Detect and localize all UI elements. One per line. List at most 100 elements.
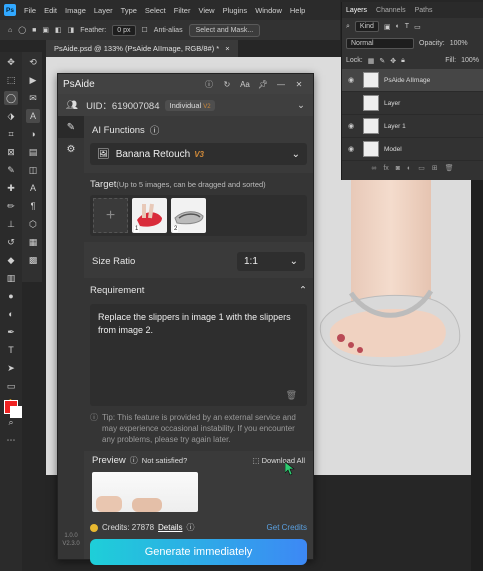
new-layer-icon[interactable]: ⊞ xyxy=(432,164,438,172)
path-select-tool-icon[interactable]: ➤ xyxy=(4,361,18,375)
opacity-value[interactable]: 100% xyxy=(450,40,468,47)
eye-icon[interactable]: ◉ xyxy=(348,145,358,153)
add-image-button[interactable]: + xyxy=(93,198,128,233)
adjustment-layer-icon[interactable]: ◐ xyxy=(407,165,411,172)
gradient-tool-icon[interactable]: ▥ xyxy=(4,271,18,285)
history-brush-tool-icon[interactable]: ↺ xyxy=(4,235,18,249)
type-tool-icon[interactable]: T xyxy=(4,343,18,357)
help-circle-icon[interactable]: ⓘ xyxy=(130,455,138,466)
requirement-header[interactable]: Requirement ⌃ xyxy=(90,282,307,298)
document-close-icon[interactable]: × xyxy=(225,44,229,53)
lock-all-icon[interactable]: 🔒︎ xyxy=(401,57,405,65)
adjustments-panel-icon[interactable]: ◑ xyxy=(26,127,40,141)
menu-image[interactable]: Image xyxy=(65,6,86,15)
info-icon[interactable]: ⓘ xyxy=(200,79,218,90)
size-ratio-select[interactable]: 1:1 ⌄ xyxy=(237,251,305,271)
target-image-1[interactable]: 1 xyxy=(132,198,167,233)
tab-channels[interactable]: Channels xyxy=(376,7,406,14)
ai-function-select[interactable]: 🖼︎ Banana Retouch V3 ⌄ xyxy=(90,143,307,165)
eye-icon[interactable]: ◉ xyxy=(348,76,358,84)
layer-style-icon[interactable]: fx xyxy=(383,165,388,172)
not-satisfied-link[interactable]: Not satisfied? xyxy=(142,456,187,465)
add-mask-icon[interactable]: ◙ xyxy=(396,165,400,172)
minimize-icon[interactable]: — xyxy=(272,80,290,89)
account-row[interactable]: 👥︎ UID：619007084 Individual V2 ⌄ xyxy=(58,94,313,116)
lock-pixels-icon[interactable]: ▦ xyxy=(368,57,375,65)
rectangle-tool-icon[interactable]: ▭ xyxy=(4,379,18,393)
filter-shape-icon[interactable]: ▭ xyxy=(414,23,421,31)
link-layers-icon[interactable]: ∞ xyxy=(371,165,376,172)
clone-stamp-tool-icon[interactable]: ⊥ xyxy=(4,217,18,231)
filter-pixel-icon[interactable]: ▣ xyxy=(384,23,391,31)
layer-filter-select[interactable]: Kind xyxy=(354,21,379,32)
menu-type[interactable]: Type xyxy=(121,6,137,15)
actions-panel-icon[interactable]: ▶ xyxy=(26,73,40,87)
trash-icon[interactable]: 🗑︎ xyxy=(286,390,297,401)
filter-adjust-icon[interactable]: ◐ xyxy=(396,23,400,30)
feather-input[interactable]: 0 px xyxy=(112,24,136,36)
selection-mode-new-icon[interactable]: ■ xyxy=(32,27,36,34)
refresh-icon[interactable]: ↻ xyxy=(218,80,236,89)
character-panel-icon[interactable]: A xyxy=(26,181,40,195)
menu-filter[interactable]: Filter xyxy=(174,6,191,15)
healing-brush-tool-icon[interactable]: ✚ xyxy=(4,181,18,195)
home-icon[interactable]: ⌂ xyxy=(8,27,12,34)
eye-icon[interactable]: ◉ xyxy=(348,122,358,130)
delete-layer-icon[interactable]: 🗑︎ xyxy=(445,164,454,172)
libraries-panel-icon[interactable]: ▤ xyxy=(26,145,40,159)
details-link[interactable]: Details xyxy=(158,523,182,532)
antialias-checkbox[interactable]: ☐ xyxy=(142,26,148,34)
requirement-textarea[interactable]: Replace the slippers in image 1 with the… xyxy=(90,304,307,406)
menu-view[interactable]: View xyxy=(198,6,214,15)
info-icon[interactable]: ⓘ xyxy=(186,522,194,533)
psaide-plugin-icon[interactable]: A xyxy=(26,109,40,123)
frame-tool-icon[interactable]: ⊠ xyxy=(4,145,18,159)
lasso-tool-icon[interactable]: ◯ xyxy=(4,91,18,105)
lock-paint-icon[interactable]: ✎ xyxy=(379,57,385,65)
selection-mode-subtract-icon[interactable]: ◧ xyxy=(55,26,62,34)
dodge-tool-icon[interactable]: ◐ xyxy=(4,307,18,321)
menu-select[interactable]: Select xyxy=(145,6,166,15)
edit-icon[interactable]: ✎ xyxy=(58,116,84,138)
3d-panel-icon[interactable]: ⬡ xyxy=(26,217,40,231)
canvas-scrollbar-area[interactable] xyxy=(471,180,483,571)
object-select-tool-icon[interactable]: ⬗ xyxy=(4,109,18,123)
menu-layer[interactable]: Layer xyxy=(94,6,113,15)
swatches-panel-icon[interactable]: ▦ xyxy=(26,235,40,249)
preview-image[interactable] xyxy=(92,472,198,512)
chevron-down-icon[interactable]: ⌄ xyxy=(297,100,305,111)
font-icon[interactable]: Aa xyxy=(236,80,254,89)
lasso-icon[interactable]: ◯ xyxy=(18,26,26,34)
more-tools-icon[interactable]: ⋯ xyxy=(4,433,18,447)
layer-row[interactable]: ◉ PsAide AIImage xyxy=(342,69,483,92)
layer-row[interactable]: ◉ Layer 1 xyxy=(342,115,483,138)
generate-button[interactable]: Generate immediately xyxy=(90,539,307,565)
crop-tool-icon[interactable]: ⌗ xyxy=(4,127,18,141)
eyedropper-tool-icon[interactable]: ✎ xyxy=(4,163,18,177)
select-and-mask-button[interactable]: Select and Mask... xyxy=(188,23,261,37)
patterns-panel-icon[interactable]: ▩ xyxy=(26,253,40,267)
filter-type-icon[interactable]: T xyxy=(405,23,409,30)
chevron-up-icon[interactable]: ⌃ xyxy=(299,285,307,296)
brush-tool-icon[interactable]: ✏ xyxy=(4,199,18,213)
layer-row[interactable]: ◉ Model xyxy=(342,138,483,161)
properties-panel-icon[interactable]: ◫ xyxy=(26,163,40,177)
settings-icon[interactable]: ⚙ xyxy=(58,138,84,160)
get-credits-link[interactable]: Get Credits xyxy=(267,523,307,532)
tab-layers[interactable]: Layers xyxy=(346,7,367,14)
blend-mode-select[interactable]: Normal xyxy=(346,38,414,49)
menu-help[interactable]: Help xyxy=(290,6,305,15)
menu-plugins[interactable]: Plugins xyxy=(223,6,248,15)
tab-paths[interactable]: Paths xyxy=(415,7,433,14)
lock-move-icon[interactable]: ✥ xyxy=(390,57,396,65)
selection-mode-add-icon[interactable]: ▣ xyxy=(42,26,49,34)
paragraph-panel-icon[interactable]: ¶ xyxy=(26,199,40,213)
document-tab[interactable]: PsAide.psd @ 133% (PsAide AIImage, RGB/8… xyxy=(46,40,238,57)
target-image-2[interactable]: 2 xyxy=(171,198,206,233)
move-tool-icon[interactable]: ✥ xyxy=(4,55,18,69)
close-icon[interactable]: ✕ xyxy=(290,80,308,89)
menu-window[interactable]: Window xyxy=(255,6,282,15)
blur-tool-icon[interactable]: ● xyxy=(4,289,18,303)
selection-mode-intersect-icon[interactable]: ◨ xyxy=(68,26,75,34)
download-all-button[interactable]: ⬚ Download All xyxy=(252,456,305,465)
